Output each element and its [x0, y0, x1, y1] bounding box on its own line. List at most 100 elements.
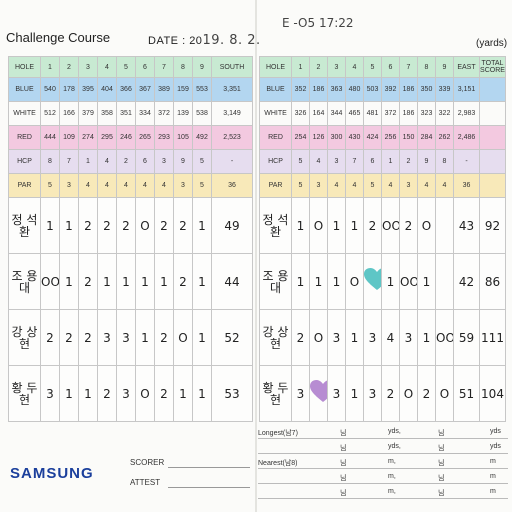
unit-nim: 님 [438, 475, 445, 482]
back-holes-label: HOLE [259, 56, 292, 78]
front-par-cell: 3 [59, 173, 79, 198]
heart-sticker-icon [309, 365, 328, 422]
front-blue-cell: 367 [135, 77, 155, 102]
back-blue-cell: 503 [363, 77, 382, 102]
score-cell: 1 [291, 253, 310, 310]
score-cell: 2 [59, 309, 79, 366]
unit-m: m, [388, 473, 396, 480]
front-hcp-cell: 9 [173, 149, 193, 174]
back-holes-cell: 3 [327, 56, 346, 78]
score-cell: 2 [417, 365, 436, 422]
back-holes-cell: TOTAL SCORE [479, 56, 506, 78]
back-holes-cell: 7 [399, 56, 418, 78]
back-holes-cell: 2 [309, 56, 328, 78]
back-blue-cell: 339 [435, 77, 454, 102]
attest-label: ATTEST [130, 478, 161, 487]
score-cell: 2 [154, 197, 174, 254]
back-hcp-cell: 2 [399, 149, 418, 174]
longest-row: Longest(남7) 님 yds, 님 yds [258, 424, 508, 439]
back-red-row: RED 254 126 300 430 424 256 150 284 262 2,486 [259, 125, 506, 150]
front-holes-cell: SOUTH [211, 56, 253, 78]
score-cell: OO [381, 197, 400, 254]
back-hcp-cell: 6 [363, 149, 382, 174]
front-holes-cell: 4 [97, 56, 117, 78]
unit-yds: yds [490, 428, 501, 435]
card-fold [255, 0, 257, 512]
front-red-cell: 109 [59, 125, 79, 150]
back-blue-cell: 392 [381, 77, 400, 102]
score-cell: 1 [116, 253, 136, 310]
score-cell: 1 [381, 253, 400, 310]
back-white-label: WHITE [259, 101, 292, 126]
score-cell: O [417, 197, 436, 254]
score-cell: 43 [453, 197, 480, 254]
score-cell: 2 [399, 197, 418, 254]
unit-yds: yds, [388, 443, 401, 450]
unit-m: m, [388, 458, 396, 465]
front-blue-cell: 389 [154, 77, 174, 102]
back-white-cell: 465 [345, 101, 364, 126]
back-red-cell [479, 125, 506, 150]
score-cell: 1 [97, 253, 117, 310]
front-red-cell: 492 [192, 125, 212, 150]
front-player-row: 황 두현 3 1 1 2 3 O 2 1 1 53 [8, 365, 253, 422]
back-par-cell: 5 [291, 173, 310, 198]
player-name: 황 두현 [8, 365, 41, 422]
score-cell: OO [435, 309, 454, 366]
scorecard: Challenge Course DATE : 2019. 8. 2. E -O… [0, 0, 512, 512]
back-red-cell: 256 [381, 125, 400, 150]
score-cell: 2 [97, 197, 117, 254]
score-cell: O [435, 365, 454, 422]
player-name: 강 상현 [8, 309, 41, 366]
score-cell: 104 [479, 365, 506, 422]
front-hcp-cell: 4 [97, 149, 117, 174]
back-red-cell: 126 [309, 125, 328, 150]
longest-label: Longest(남7) [258, 430, 298, 437]
score-cell: 1 [327, 197, 346, 254]
back-hcp-cell: 1 [381, 149, 400, 174]
score-cell: 3 [97, 309, 117, 366]
unit-m: m [490, 488, 496, 495]
front-holes-cell: 8 [173, 56, 193, 78]
front-hcp-cell: - [211, 149, 253, 174]
back-white-cell: 344 [327, 101, 346, 126]
front-red-cell: 444 [40, 125, 60, 150]
front-hcp-row: HCP 8 7 1 4 2 6 3 9 5- [8, 149, 253, 174]
back-par-cell: 4 [345, 173, 364, 198]
front-hcp-cell: 6 [135, 149, 155, 174]
back-white-cell: 372 [381, 101, 400, 126]
score-cell: 111 [479, 309, 506, 366]
back-hcp-label: HCP [259, 149, 292, 174]
front-hcp-cell: 1 [78, 149, 98, 174]
back-player-row: 강 상현 2 O 3 1 3 4 3 1 OO 59 111 [259, 309, 506, 366]
back-white-cell: 322 [435, 101, 454, 126]
player-name: 강 상현 [259, 309, 292, 366]
score-cell: 1 [345, 197, 364, 254]
back-holes-cell: 1 [291, 56, 310, 78]
front-white-cell: 334 [135, 101, 155, 126]
course-title: Challenge Course [6, 30, 111, 45]
unit-nim: 님 [438, 430, 445, 437]
back-hcp-cell [479, 149, 506, 174]
back-par-cell: 4 [417, 173, 436, 198]
front-white-cell: 351 [116, 101, 136, 126]
score-cell: O [135, 197, 155, 254]
back-white-row: WHITE 326 164 344 465 481 372 186 323 322 2,983 [259, 101, 506, 126]
front-red-cell: 105 [173, 125, 193, 150]
back-red-cell: 150 [399, 125, 418, 150]
front-white-cell: 358 [97, 101, 117, 126]
front-hcp-cell: 5 [192, 149, 212, 174]
front-par-cell: 4 [116, 173, 136, 198]
date-field: DATE : 2019. 8. 2. [148, 33, 261, 48]
score-cell: 2 [154, 365, 174, 422]
back-blue-cell: 352 [291, 77, 310, 102]
front-hcp-cell: 7 [59, 149, 79, 174]
back-blue-cell [479, 77, 506, 102]
front-par-label: PAR [8, 173, 41, 198]
front-red-cell: 265 [135, 125, 155, 150]
score-cell: 1 [417, 253, 436, 310]
back-nine-table: HOLE 1 2 3 4 5 6 7 8 9 EAST TOTAL SCORE BLUE 352 186 3… [259, 56, 506, 422]
score-cell: 1 [345, 309, 364, 366]
attest-line [168, 487, 250, 488]
score-cell: 3 [327, 309, 346, 366]
